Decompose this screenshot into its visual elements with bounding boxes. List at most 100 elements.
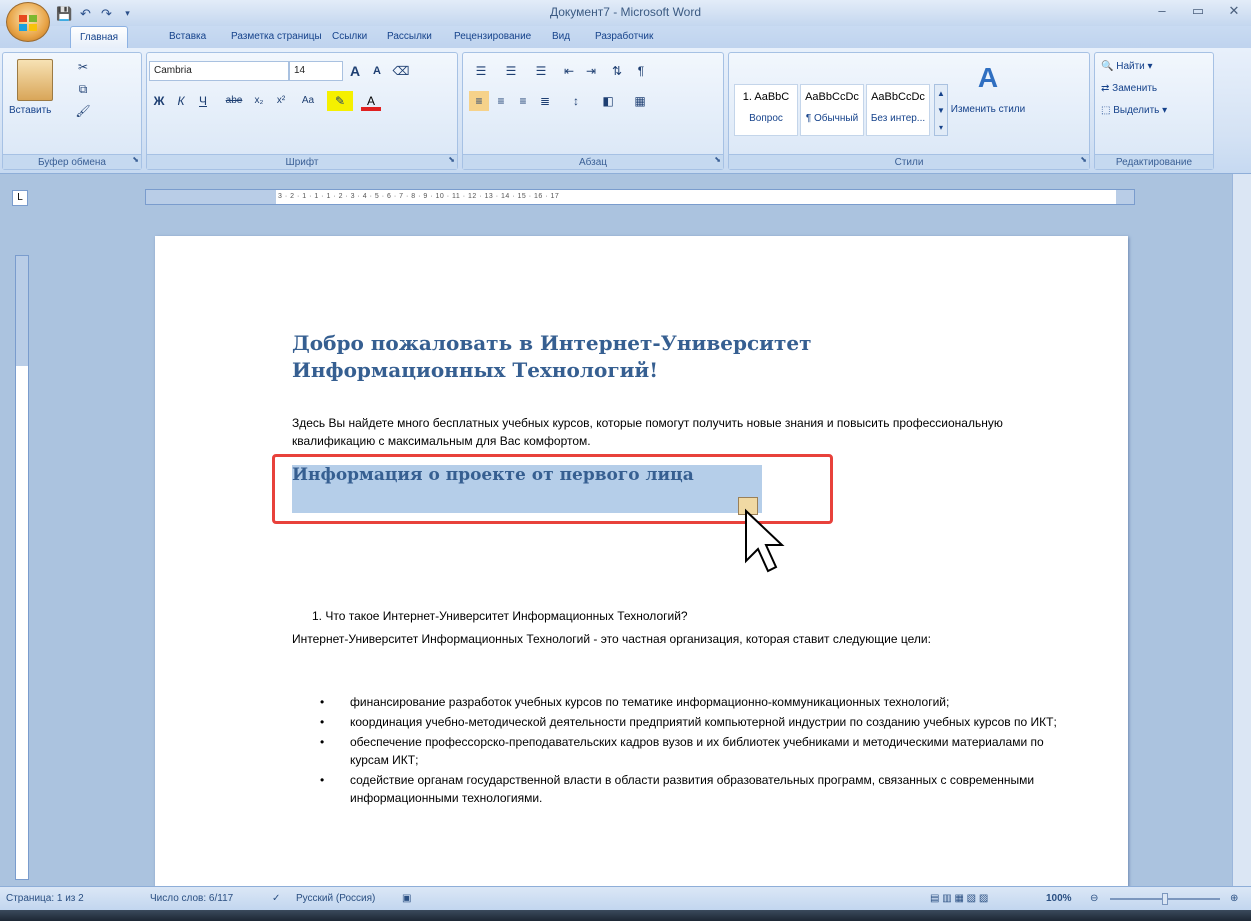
tab-developer[interactable]: Разработчик — [586, 26, 662, 48]
justify-icon[interactable]: ≣ — [535, 91, 555, 111]
bullet-list: • финансирование разработок учебных курсо… — [292, 693, 1062, 809]
underline-button[interactable]: Ч — [193, 91, 213, 111]
font-family-select[interactable]: Cambria — [149, 61, 289, 81]
dialog-launcher-icon[interactable]: ⬊ — [1080, 152, 1087, 167]
dialog-launcher-icon[interactable]: ⬊ — [448, 152, 455, 167]
macro-record-icon[interactable]: ▣ — [402, 892, 411, 906]
tab-view[interactable]: Вид — [543, 26, 579, 48]
change-styles-button[interactable]: Изменить стили — [950, 104, 1026, 116]
status-language[interactable]: Русский (Россия) — [296, 892, 375, 906]
font-size-select[interactable]: 14 — [289, 61, 343, 81]
align-center-icon[interactable]: ≡ — [491, 91, 511, 111]
dialog-launcher-icon[interactable]: ⬊ — [714, 152, 721, 167]
copy-icon[interactable]: ⧉ — [73, 79, 93, 99]
tab-review[interactable]: Рецензирование — [445, 26, 540, 48]
numbered-item[interactable]: 1. Что такое Интернет-Университет Информ… — [292, 607, 992, 625]
horizontal-ruler[interactable]: 3 · 2 · 1 · 1 · 1 · 2 · 3 · 4 · 5 · 6 · … — [145, 189, 1135, 205]
paste-icon[interactable] — [17, 59, 53, 101]
zoom-out-icon[interactable]: ⊖ — [1090, 892, 1098, 906]
styles-scroll[interactable]: ▲ ▼ ▾ — [934, 84, 948, 136]
bullet-icon: • — [320, 715, 325, 729]
ruler-numbers: 3 · 2 · 1 · 1 · 1 · 2 · 3 · 4 · 5 · 6 · … — [278, 193, 560, 200]
zoom-slider-thumb[interactable] — [1162, 893, 1168, 905]
align-right-icon[interactable]: ≡ — [513, 91, 533, 111]
paste-button[interactable]: Вставить — [9, 105, 51, 116]
clear-format-icon[interactable]: ⌫ — [391, 61, 411, 81]
style-question[interactable]: 1. AaBbC Вопрос — [734, 84, 798, 136]
list-item[interactable]: • финансирование разработок учебных курсо… — [292, 693, 1062, 711]
zoom-level[interactable]: 100% — [1046, 892, 1072, 906]
find-button[interactable]: 🔍 Найти ▾ — [1101, 57, 1153, 77]
increase-indent-icon[interactable]: ⇥ — [581, 61, 601, 81]
maximize-button[interactable]: ▭ — [1186, 3, 1210, 21]
minimize-button[interactable]: – — [1150, 3, 1174, 21]
style-normal[interactable]: AaBbCcDc ¶ Обычный — [800, 84, 864, 136]
spelling-check-icon[interactable]: ✓ — [272, 892, 280, 906]
select-icon: ⬚ — [1101, 105, 1111, 116]
list-item[interactable]: • содействие органам государственной влас… — [292, 771, 1062, 807]
bullets-icon[interactable]: ☰ — [469, 61, 493, 81]
ruler-left-margin — [146, 190, 276, 204]
mouse-cursor-icon — [745, 508, 785, 573]
list-item[interactable]: • координация учебно-методической деятель… — [292, 713, 1062, 731]
tab-references[interactable]: Ссылки — [323, 26, 376, 48]
shading-icon[interactable]: ◧ — [595, 91, 621, 111]
ruler-top-margin — [16, 256, 28, 366]
vertical-scrollbar[interactable] — [1232, 174, 1251, 886]
intro-paragraph[interactable]: Здесь Вы найдете много бесплатных учебны… — [292, 414, 1052, 450]
view-buttons[interactable]: ▤ ▥ ▦ ▧ ▨ — [930, 892, 988, 906]
format-painter-icon[interactable]: 🖌 — [73, 101, 93, 121]
vertical-ruler[interactable] — [15, 255, 29, 880]
strikethrough-button[interactable]: abe — [221, 91, 247, 111]
dialog-launcher-icon[interactable]: ⬊ — [132, 152, 139, 167]
cut-icon[interactable]: ✂ — [73, 57, 93, 77]
ruler-right-margin — [1116, 190, 1134, 204]
tab-mailings[interactable]: Рассылки — [378, 26, 441, 48]
multilevel-list-icon[interactable]: ☰ — [529, 61, 553, 81]
grow-font-button[interactable]: A — [345, 61, 365, 81]
group-label-styles: Стили ⬊ — [729, 154, 1089, 169]
change-styles-icon[interactable]: A — [958, 62, 1018, 94]
sort-icon[interactable]: ⇅ — [607, 61, 627, 81]
group-label-font: Шрифт ⬊ — [147, 154, 457, 169]
style-no-spacing[interactable]: AaBbCcDc Без интер... — [866, 84, 930, 136]
group-font: Cambria 14 A A ⌫ Ж К Ч abe x₂ x² Aa ✎ A … — [146, 52, 458, 170]
group-editing: 🔍 Найти ▾ ⇄ Заменить ⬚ Выделить ▾ Редакт… — [1094, 52, 1214, 170]
status-words[interactable]: Число слов: 6/117 — [150, 892, 233, 906]
change-case-button[interactable]: Aa — [295, 91, 321, 111]
select-button[interactable]: ⬚ Выделить ▾ — [1101, 101, 1167, 121]
bullet-icon: • — [320, 773, 325, 787]
taskbar — [0, 910, 1251, 921]
org-paragraph[interactable]: Интернет-Университет Информационных Техн… — [292, 630, 1052, 648]
heading-1[interactable]: Добро пожаловать в Интернет-Университет … — [292, 330, 1012, 384]
status-page[interactable]: Страница: 1 из 2 — [6, 892, 84, 906]
bold-button[interactable]: Ж — [149, 91, 169, 111]
close-button[interactable]: ✕ — [1222, 3, 1246, 21]
highlight-icon[interactable]: ✎ — [327, 91, 353, 111]
shrink-font-button[interactable]: A — [367, 61, 387, 81]
decrease-indent-icon[interactable]: ⇤ — [559, 61, 579, 81]
line-spacing-icon[interactable]: ↕ — [563, 91, 589, 111]
font-color-icon[interactable]: A — [361, 91, 381, 111]
office-button[interactable] — [6, 2, 50, 42]
bullet-icon: • — [320, 695, 325, 709]
tab-home[interactable]: Главная — [70, 26, 129, 49]
list-item[interactable]: • обеспечение профессорско-преподавательс… — [292, 733, 1062, 769]
align-left-icon[interactable]: ≡ — [469, 91, 489, 111]
group-label-editing: Редактирование — [1095, 154, 1213, 169]
borders-icon[interactable]: ▦ — [627, 91, 653, 111]
italic-button[interactable]: К — [171, 91, 191, 111]
group-label-paragraph: Абзац ⬊ — [463, 154, 723, 169]
numbering-icon[interactable]: ☰ — [499, 61, 523, 81]
subscript-button[interactable]: x₂ — [249, 91, 269, 111]
superscript-button[interactable]: x² — [271, 91, 291, 111]
binoculars-icon: 🔍 — [1101, 61, 1114, 72]
pilcrow-icon[interactable]: ¶ — [631, 61, 651, 81]
zoom-in-icon[interactable]: ⊕ — [1230, 892, 1238, 906]
tab-insert[interactable]: Вставка — [160, 26, 215, 48]
tab-page-layout[interactable]: Разметка страницы — [222, 26, 331, 48]
replace-button[interactable]: ⇄ Заменить — [1101, 79, 1157, 99]
office-logo-icon — [19, 15, 37, 31]
group-clipboard: Вставить ✂ ⧉ 🖌 Буфер обмена ⬊ — [2, 52, 142, 170]
tab-selector[interactable]: L — [12, 190, 28, 206]
